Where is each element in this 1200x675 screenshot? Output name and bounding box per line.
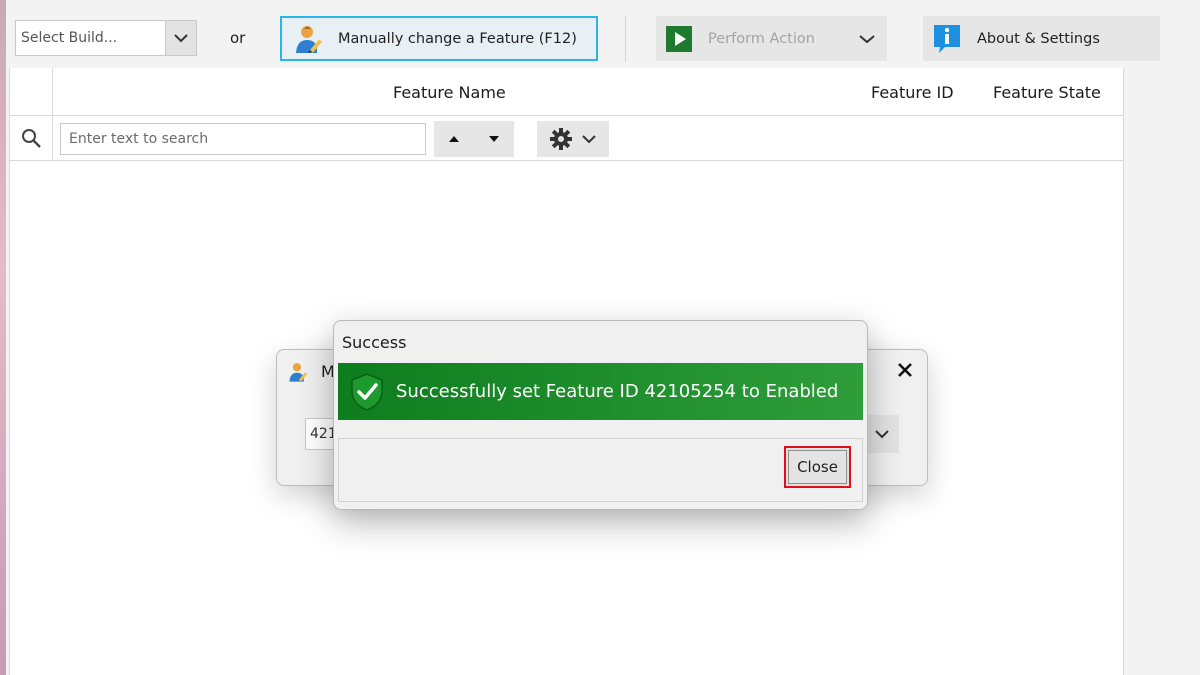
perform-action-button[interactable]: Perform Action [656, 16, 887, 61]
build-dropdown-button[interactable] [165, 21, 196, 55]
row-header-cell [10, 68, 53, 115]
sort-down-icon[interactable] [488, 135, 500, 143]
build-select-label: Select Build... [21, 30, 118, 46]
play-icon [666, 25, 692, 52]
chevron-down-icon [582, 135, 596, 144]
user-edit-icon [289, 363, 308, 382]
search-input[interactable] [60, 123, 426, 155]
column-header-feature-name[interactable]: Feature Name [393, 83, 506, 102]
info-icon [934, 24, 960, 53]
build-select[interactable]: Select Build... [15, 20, 197, 56]
shield-check-icon [351, 372, 383, 411]
chevron-down-icon [875, 430, 889, 439]
state-dropdown-button[interactable] [865, 415, 899, 453]
column-header-feature-id[interactable]: Feature ID [871, 83, 954, 102]
success-banner: Successfully set Feature ID 42105254 to … [338, 363, 863, 420]
sort-buttons [434, 121, 514, 157]
dialog-close-button[interactable] [893, 358, 917, 382]
column-header-feature-state[interactable]: Feature State [993, 83, 1101, 102]
chevron-down-icon[interactable] [859, 34, 875, 44]
success-dialog: Success Successfully set Feature ID 4210… [333, 320, 868, 510]
user-edit-icon [296, 25, 323, 53]
chevron-down-icon [174, 34, 188, 43]
toolbar-separator [625, 16, 626, 62]
success-message: Successfully set Feature ID 42105254 to … [396, 381, 839, 402]
success-dialog-title: Success [342, 333, 407, 352]
manual-change-label: Manually change a Feature (F12) [338, 30, 577, 47]
sort-up-icon[interactable] [448, 135, 460, 143]
close-button-label: Close [788, 450, 847, 484]
filter-row [10, 116, 1123, 161]
perform-action-label: Perform Action [708, 30, 815, 47]
close-icon [898, 363, 912, 377]
about-settings-button[interactable]: About & Settings [923, 16, 1160, 61]
search-cell [10, 116, 53, 160]
about-settings-label: About & Settings [977, 30, 1100, 47]
success-dialog-footer: Close [338, 438, 863, 502]
grid-header: Feature Name Feature ID Feature State [10, 68, 1123, 116]
or-label: or [230, 29, 246, 47]
gear-icon [550, 128, 572, 150]
app-window: Select Build... or Manually change a Fea… [0, 0, 1200, 675]
column-settings-button[interactable] [537, 121, 609, 157]
close-button[interactable]: Close [784, 446, 851, 488]
search-icon [22, 129, 41, 148]
manual-change-feature-button[interactable]: Manually change a Feature (F12) [280, 16, 598, 61]
